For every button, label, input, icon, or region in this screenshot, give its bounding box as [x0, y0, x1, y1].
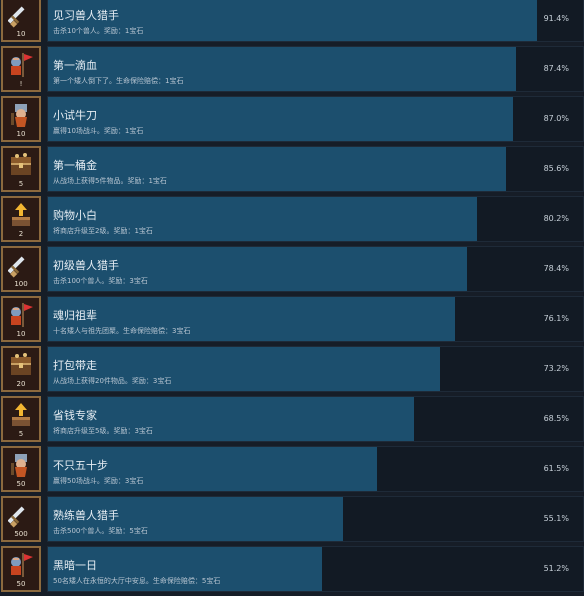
achievement-icon-frame: 50	[1, 546, 41, 592]
achievement-percent: 68.5%	[543, 414, 569, 423]
achievement-count: 20	[16, 380, 26, 388]
progress-bar: 见习兽人猎手击杀10个兽人。奖励：1宝石 91.4%	[47, 0, 584, 42]
achievement-count: 5	[18, 430, 24, 438]
achievement-row: 500 熟练兽人猎手击杀500个兽人。奖励：5宝石 55.1%	[0, 496, 584, 546]
achievement-row: 20 打包带走从战场上获得20件物品。奖励：3宝石 73.2%	[0, 346, 584, 396]
achievement-row: 100 初级兽人猎手击杀100个兽人。奖励：3宝石 78.4%	[0, 246, 584, 296]
achievement-description: 第一个矮人倒下了。生命保险赔偿：1宝石	[53, 77, 184, 85]
achievement-row: 10 见习兽人猎手击杀10个兽人。奖励：1宝石 91.4%	[0, 0, 584, 46]
achievement-count: 100	[14, 280, 28, 288]
achievement-title: 不只五十步	[53, 459, 108, 472]
progress-bar: 熟练兽人猎手击杀500个兽人。奖励：5宝石 55.1%	[47, 496, 584, 542]
achievement-count: 10	[16, 130, 26, 138]
progress-bar: 不只五十步赢得50场战斗。奖励：3宝石 61.5%	[47, 446, 584, 492]
achievement-count: !	[19, 80, 23, 88]
achievement-icon-frame: 100	[1, 246, 41, 292]
achievement-row: 5 省钱专家将商店升级至5级。奖励：3宝石 68.5%	[0, 396, 584, 446]
achievement-count: 10	[16, 30, 26, 38]
achievement-count: 500	[14, 530, 28, 538]
achievement-percent: 73.2%	[543, 364, 569, 373]
achievement-title: 小试牛刀	[53, 109, 97, 122]
achievement-row: 50 不只五十步赢得50场战斗。奖励：3宝石 61.5%	[0, 446, 584, 496]
progress-bar: 购物小白将商店升级至2级。奖励：1宝石 80.2%	[47, 196, 584, 242]
achievement-icon-frame: 50	[1, 446, 41, 492]
achievement-icon-frame: 2	[1, 196, 41, 242]
progress-bar: 小试牛刀赢得10场战斗。奖励：1宝石 87.0%	[47, 96, 584, 142]
achievement-title: 初级兽人猎手	[53, 259, 119, 272]
achievement-percent: 76.1%	[543, 314, 569, 323]
achievement-count: 50	[16, 580, 26, 588]
achievement-title: 省钱专家	[53, 409, 97, 422]
achievement-description: 将商店升级至2级。奖励：1宝石	[53, 227, 153, 235]
achievement-title: 第一桶金	[53, 159, 97, 172]
progress-bar: 魂归祖辈十名矮人与祖先团聚。生命保险赔偿：3宝石 76.1%	[47, 296, 584, 342]
achievement-percent: 80.2%	[543, 214, 569, 223]
achievement-row: 10 魂归祖辈十名矮人与祖先团聚。生命保险赔偿：3宝石 76.1%	[0, 296, 584, 346]
achievement-description: 十名矮人与祖先团聚。生命保险赔偿：3宝石	[53, 327, 191, 335]
achievement-title: 黑暗一日	[53, 559, 97, 572]
achievement-list: 10 见习兽人猎手 击杀10个兽人。奖励：1宝石 91.4%! 第一滴血 第一个矮人倒下了…	[0, 0, 584, 592]
achievement-row: 50 黑暗一日 50名矮人在永恒的大厅中安息。生命保险赔偿：5宝石 51.2%	[0, 546, 584, 596]
progress-bar: 打包带走从战场上获得20件物品。奖励：3宝石 73.2%	[47, 346, 584, 392]
achievement-description: 50名矮人在永恒的大厅中安息。生命保险赔偿：5宝石	[53, 577, 221, 585]
achievement-title: 第一滴血	[53, 59, 97, 72]
achievement-count: 10	[16, 330, 26, 338]
achievement-count: 2	[18, 230, 24, 238]
achievement-icon-frame: 5	[1, 146, 41, 192]
achievement-title: 熟练兽人猎手	[53, 509, 119, 522]
progress-bar: 省钱专家将商店升级至5级。奖励：3宝石 68.5%	[47, 396, 584, 442]
achievement-icon-frame: 5	[1, 396, 41, 442]
achievement-description: 从战场上获得5件物品。奖励：1宝石	[53, 177, 167, 185]
achievement-percent: 78.4%	[543, 264, 569, 273]
achievement-description: 击杀100个兽人。奖励：3宝石	[53, 277, 148, 285]
achievement-icon-frame: 500	[1, 496, 41, 542]
progress-bar: 第一滴血第一个矮人倒下了。生命保险赔偿：1宝石 87.4%	[47, 46, 584, 92]
achievement-icon-frame: 10	[1, 96, 41, 142]
achievement-count: 5	[18, 180, 24, 188]
achievement-title: 见习兽人猎手	[53, 9, 119, 22]
achievement-row: 2 购物小白将商店升级至2级。奖励：1宝石 80.2%	[0, 196, 584, 246]
achievement-title: 打包带走	[53, 359, 97, 372]
achievement-percent: 85.6%	[543, 164, 569, 173]
achievement-row: 5 第一桶金从战场上获得5件物品。奖励：1宝石 85.6%	[0, 146, 584, 196]
achievement-row: 10 小试牛刀赢得10场战斗。奖励：1宝石 87.0%	[0, 96, 584, 146]
achievement-description: 赢得10场战斗。奖励：1宝石	[53, 127, 144, 135]
achievement-icon-frame: 10	[1, 296, 41, 342]
progress-bar: 初级兽人猎手击杀100个兽人。奖励：3宝石 78.4%	[47, 246, 584, 292]
achievement-description: 从战场上获得20件物品。奖励：3宝石	[53, 377, 172, 385]
achievement-icon-frame: !	[1, 46, 41, 92]
achievement-percent: 87.4%	[543, 64, 569, 73]
achievement-percent: 51.2%	[543, 564, 569, 573]
achievement-count: 50	[16, 480, 26, 488]
achievement-icon-frame: 20	[1, 346, 41, 392]
achievement-title: 购物小白	[53, 209, 97, 222]
progress-bar: 黑暗一日 50名矮人在永恒的大厅中安息。生命保险赔偿：5宝石 51.2%	[47, 546, 584, 592]
achievement-row: ! 第一滴血第一个矮人倒下了。生命保险赔偿：1宝石 87.4%	[0, 46, 584, 96]
achievement-description: 击杀10个兽人。奖励：1宝石	[53, 27, 144, 35]
progress-bar: 第一桶金从战场上获得5件物品。奖励：1宝石 85.6%	[47, 146, 584, 192]
achievement-percent: 55.1%	[543, 514, 569, 523]
achievement-description: 将商店升级至5级。奖励：3宝石	[53, 427, 153, 435]
achievement-percent: 87.0%	[543, 114, 569, 123]
achievement-description: 击杀500个兽人。奖励：5宝石	[53, 527, 148, 535]
achievement-percent: 61.5%	[543, 464, 569, 473]
achievement-percent: 91.4%	[543, 14, 569, 23]
achievement-icon-frame: 10	[1, 0, 41, 42]
achievement-description: 赢得50场战斗。奖励：3宝石	[53, 477, 144, 485]
achievement-title: 魂归祖辈	[53, 309, 97, 322]
